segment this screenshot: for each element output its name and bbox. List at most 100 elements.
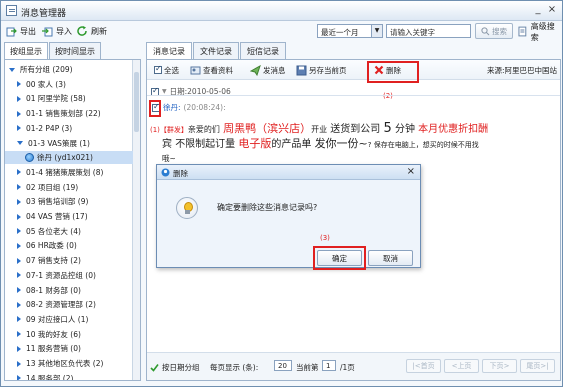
search-button[interactable]: 搜索 (475, 23, 513, 39)
expanded-arrow-icon[interactable] (17, 141, 23, 145)
tree-item[interactable]: 11 服务营销 (0) (5, 342, 133, 355)
export-button[interactable]: 导出 (6, 25, 36, 38)
contact-avatar-icon (25, 153, 34, 163)
collapse-icon[interactable]: ▼ (162, 88, 167, 95)
last-page-icon: >| (540, 362, 549, 370)
page-value[interactable]: 1 (322, 360, 336, 371)
collapsed-arrow-icon[interactable] (17, 198, 21, 205)
chevron-down-icon[interactable]: ▼ (371, 25, 382, 37)
prev-page-button[interactable]: < 上页 (444, 359, 479, 373)
tab-sms-records[interactable]: 短信记录 (240, 42, 286, 59)
page-input[interactable]: 1 (322, 360, 336, 371)
advanced-search-button[interactable]: 高级搜索 (517, 22, 562, 42)
next-page-button[interactable]: 下页 > (482, 359, 517, 373)
tree-item-label: 06 HR政委 (0) (26, 241, 77, 251)
collapsed-arrow-icon[interactable] (17, 331, 21, 338)
search-input[interactable]: 请输入关键字 (386, 24, 471, 38)
next-page-icon: > (503, 362, 510, 370)
collapsed-arrow-icon[interactable] (17, 81, 21, 88)
tree-item[interactable]: 07 销售支持 (2) (5, 254, 133, 267)
tree-item[interactable]: 01 阿里学院 (58) (5, 92, 133, 105)
dialog-close-icon[interactable]: × (407, 166, 415, 177)
first-page-button[interactable]: |< 首页 (406, 359, 441, 373)
left-tabs: 按组显示 按时间显示 (4, 42, 102, 59)
collapsed-arrow-icon[interactable] (17, 301, 21, 308)
select-all-checkbox[interactable]: 全选 (154, 64, 179, 76)
save-icon (296, 65, 307, 75)
collapsed-arrow-icon[interactable] (17, 242, 21, 249)
send-message-button[interactable]: 发消息 (250, 64, 286, 76)
cancel-button[interactable]: 取消 (368, 250, 413, 266)
dialog-app-icon (161, 168, 170, 177)
refresh-button[interactable]: 刷新 (77, 25, 107, 38)
collapsed-arrow-icon[interactable] (17, 125, 21, 132)
tree-item-label: 徐丹 (yd1x021) (37, 153, 93, 163)
collapsed-arrow-icon[interactable] (17, 169, 21, 176)
group-by-date-option[interactable]: 按日期分组 (150, 362, 200, 373)
collapsed-arrow-icon[interactable] (17, 213, 21, 220)
tree-item-label: 13 其他地区负代表 (2) (26, 359, 104, 368)
tree-item[interactable]: 01-3 VAS策展 (1) (5, 137, 133, 150)
tree-item[interactable]: 06 HR政委 (0) (5, 239, 133, 252)
delete-confirm-dialog: 删除 × 确定要删除这些消息记录吗? (3) 确定 取消 (156, 164, 421, 270)
tree-item[interactable]: 02 项目组 (19) (5, 181, 133, 194)
collapsed-arrow-icon[interactable] (17, 360, 21, 367)
tab-by-group[interactable]: 按组显示 (4, 42, 48, 59)
tab-by-time[interactable]: 按时间显示 (49, 42, 101, 59)
collapsed-arrow-icon[interactable] (17, 95, 21, 102)
per-page-value[interactable]: 20 (274, 360, 292, 371)
tree-item-label: 07-1 资源品控组 (0) (26, 270, 96, 280)
tab-message-records[interactable]: 消息记录 (146, 42, 192, 59)
collapsed-arrow-icon[interactable] (17, 228, 21, 235)
tree-item-label: 08-1 财务部 (0) (26, 285, 81, 295)
tree-item[interactable]: 01-1 销售策划部 (22) (5, 107, 133, 120)
tree-scrollbar[interactable] (132, 60, 140, 380)
collapsed-arrow-icon[interactable] (17, 316, 21, 323)
tree-item[interactable]: 00 家人 (3) (5, 78, 133, 91)
last-page-button[interactable]: 尾页 >| (520, 359, 555, 373)
tree-item[interactable]: 01-2 P4P (3) (5, 122, 133, 135)
tree-item[interactable]: 03 销售培训部 (9) (5, 195, 133, 208)
select-all-label: 全选 (164, 65, 179, 75)
view-info-button[interactable]: 查看资料 (190, 64, 233, 76)
tree-item[interactable]: 05 各位老大 (4) (5, 225, 133, 238)
checkbox[interactable] (154, 64, 162, 74)
minimize-button[interactable]: _ (532, 4, 544, 16)
tree-item[interactable]: 08-1 财务部 (0) (5, 284, 133, 297)
tree-item[interactable]: 10 我的好友 (6) (5, 328, 133, 341)
line1-a: 亲爱的们 (187, 125, 220, 134)
window-title: 消息管理器 (21, 9, 67, 19)
collapsed-arrow-icon[interactable] (17, 257, 21, 264)
import-button[interactable]: 导入 (42, 25, 72, 38)
highlight-checkbox (149, 100, 161, 117)
prev-page-label: 上页 (457, 362, 472, 370)
tree-item[interactable]: 08-2 资源管理部 (2) (5, 298, 133, 311)
record-tabs: 消息记录 文件记录 短信记录 (146, 42, 287, 59)
close-button[interactable]: × (546, 4, 558, 16)
tree-item[interactable]: 徐丹 (yd1x021) (5, 151, 133, 165)
collapsed-arrow-icon[interactable] (17, 110, 21, 117)
date-range-select[interactable]: 最近一个月 ▼ (317, 24, 383, 38)
per-page-input[interactable]: 20 (274, 360, 292, 371)
tree-item[interactable]: 所有分组 (209) (5, 63, 133, 76)
tree-item[interactable]: 09 对应接口人 (1) (5, 313, 133, 326)
tab-file-records[interactable]: 文件记录 (193, 42, 239, 59)
tree-item[interactable]: 04 VAS 营销 (17) (5, 210, 133, 223)
tree-item[interactable]: 07-1 资源品控组 (0) (5, 269, 133, 282)
collapsed-arrow-icon[interactable] (17, 345, 21, 352)
search-icon (481, 26, 490, 35)
divider (147, 95, 560, 96)
sender-name[interactable]: 徐丹: (163, 102, 181, 113)
collapsed-arrow-icon[interactable] (17, 287, 21, 293)
tree-item[interactable]: 13 其他地区负代表 (2) (5, 357, 133, 370)
tree-item[interactable]: 14 服务部 (2) (5, 372, 133, 380)
tree-item[interactable]: 01-4 猪猪策展策划 (8) (5, 166, 133, 179)
expanded-arrow-icon[interactable] (9, 67, 15, 72)
collapsed-arrow-icon[interactable] (17, 272, 21, 279)
save-page-button[interactable]: 另存当前页 (296, 64, 347, 76)
collapsed-arrow-icon[interactable] (17, 375, 21, 380)
title-bar: 消息管理器 _ × (1, 1, 562, 21)
scroll-thumb[interactable] (134, 72, 139, 132)
collapsed-arrow-icon[interactable] (17, 184, 21, 191)
first-page-icon: |< (412, 362, 421, 370)
